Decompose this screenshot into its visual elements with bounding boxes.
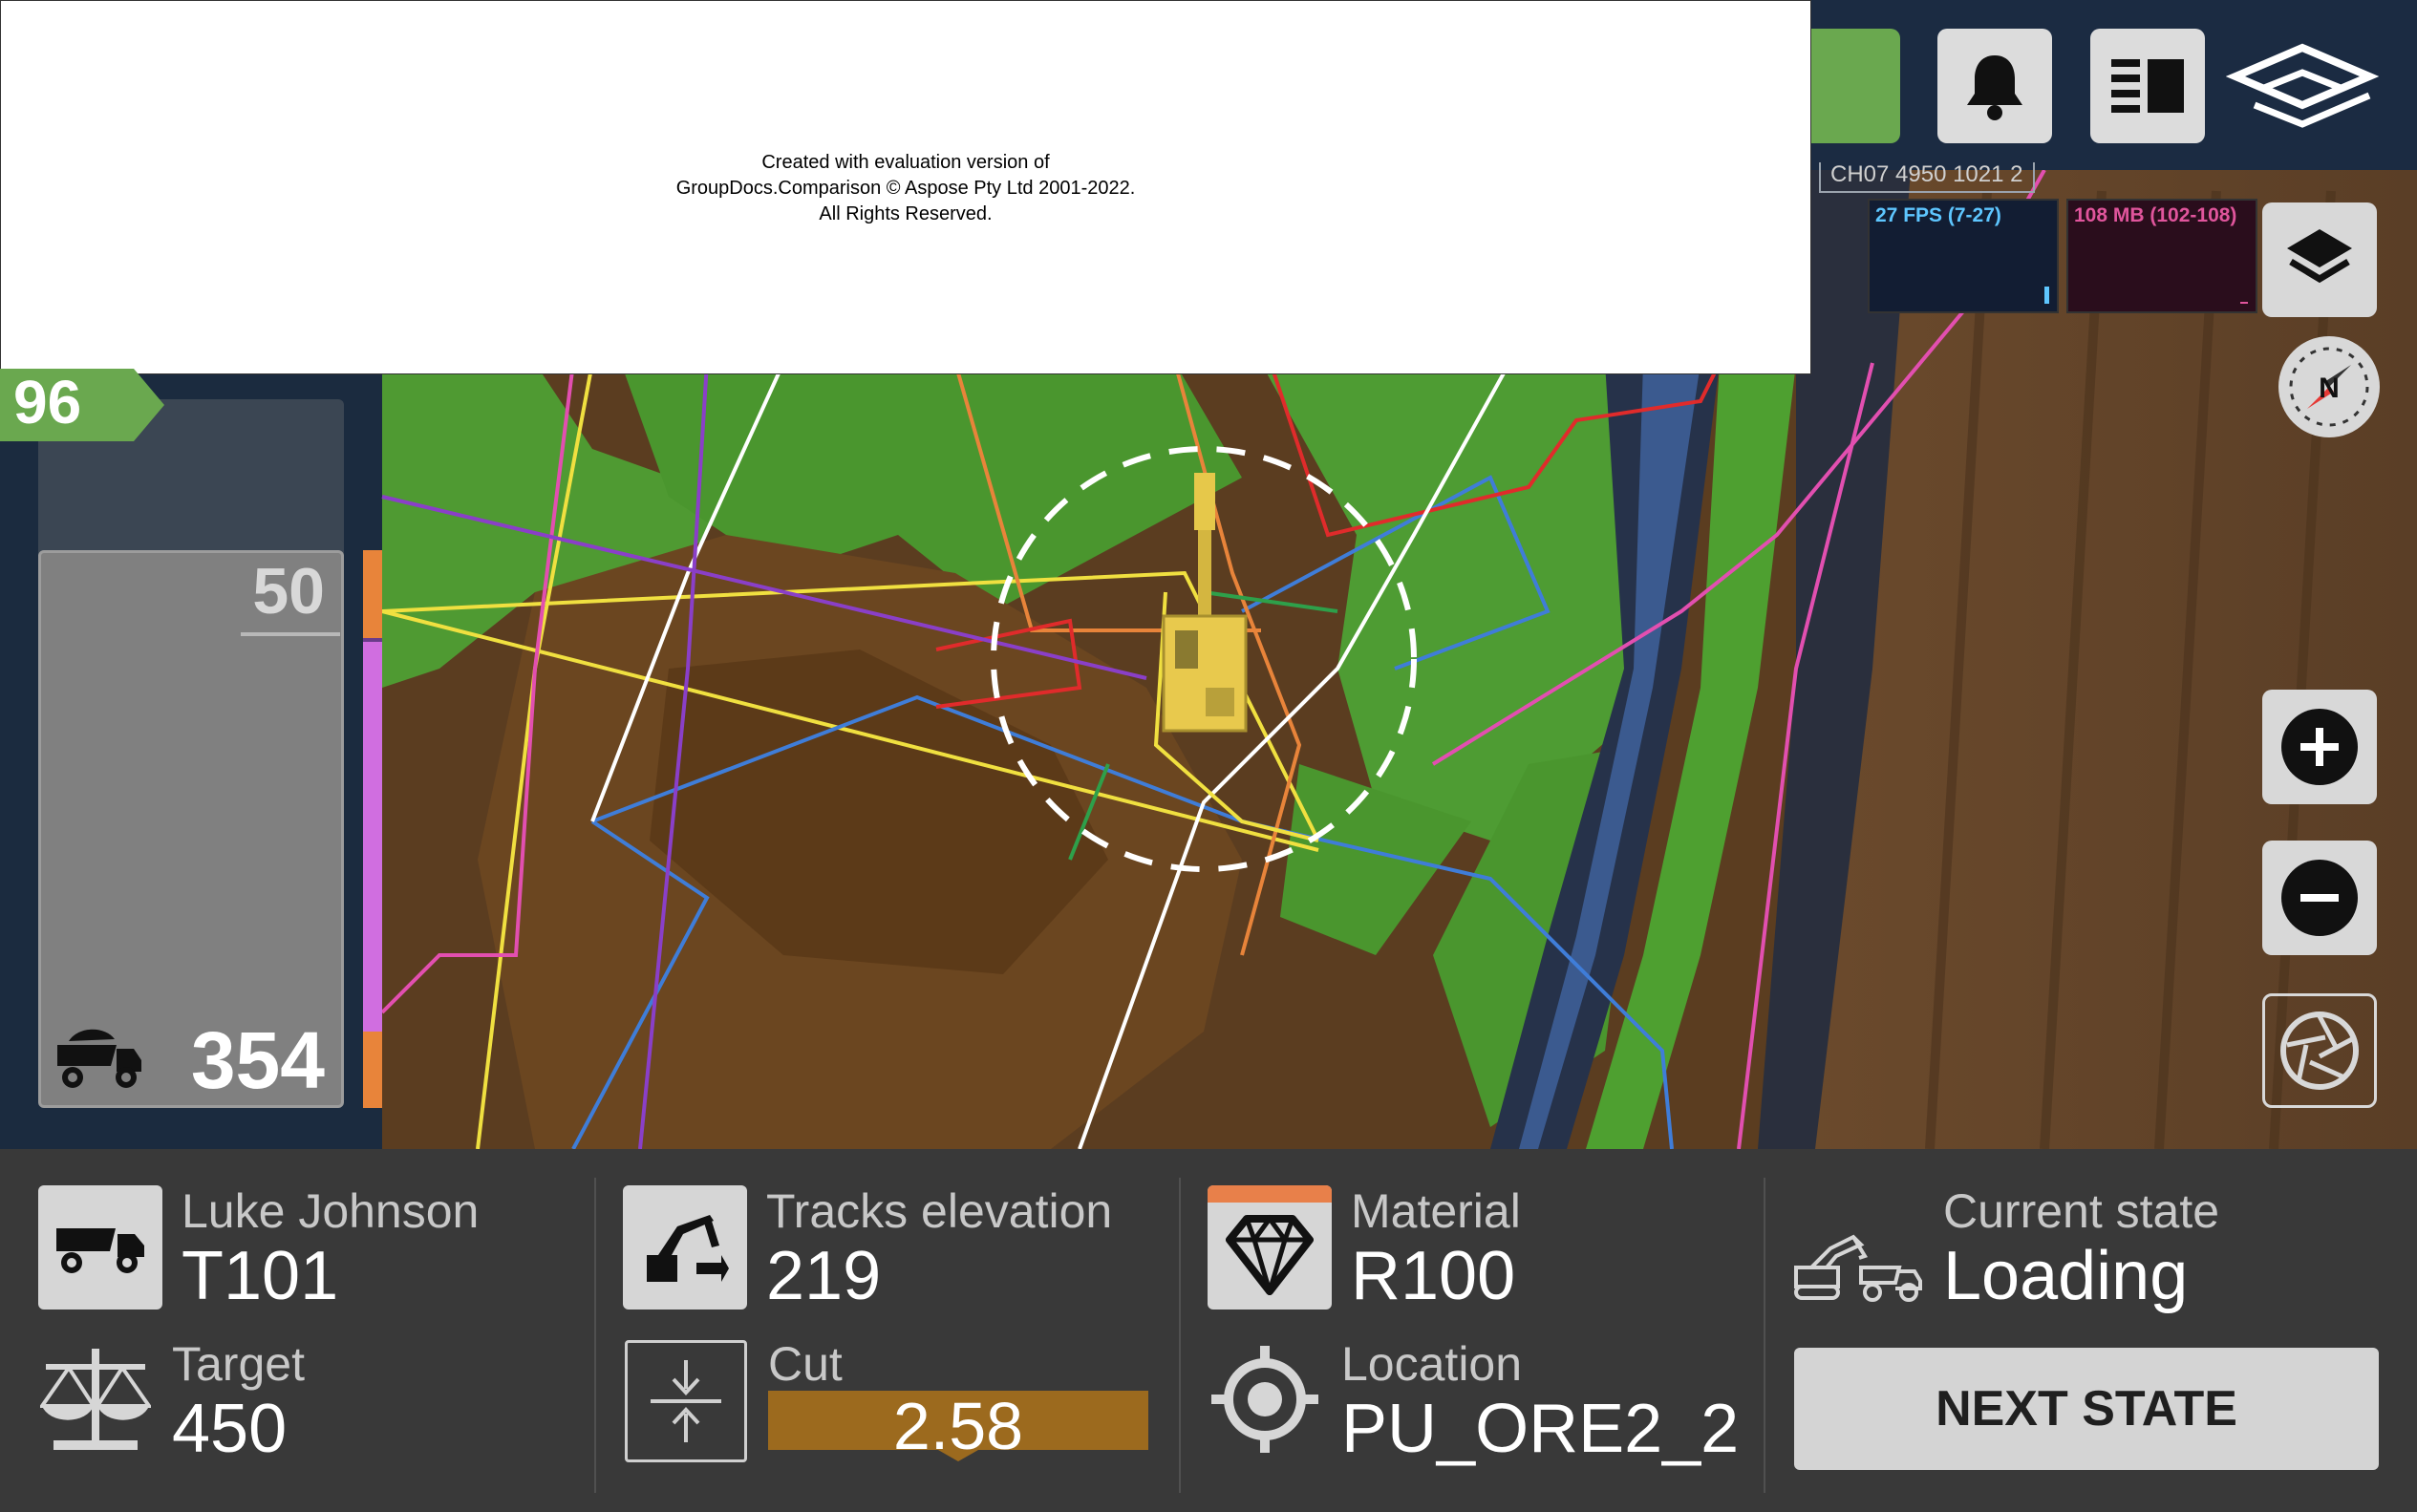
minus-icon xyxy=(2281,860,2358,936)
scale-icon xyxy=(40,1349,151,1450)
cut-fill-icon xyxy=(651,1360,721,1442)
divider xyxy=(594,1178,596,1493)
aperture-icon xyxy=(2280,1012,2359,1090)
svg-text:N: N xyxy=(2319,373,2340,404)
fps-graph-bar xyxy=(2044,287,2049,304)
operator-name: Luke Johnson xyxy=(182,1184,480,1238)
zoom-out-button[interactable] xyxy=(2262,841,2377,955)
compass-button[interactable]: N xyxy=(2278,336,2380,437)
loaded-truck-icon xyxy=(57,1029,141,1088)
watermark-box: Created with evaluation version of Group… xyxy=(0,0,1811,374)
material-accent-strip xyxy=(1208,1185,1332,1203)
tracks-tile[interactable] xyxy=(623,1185,747,1310)
material-tile[interactable] xyxy=(1208,1185,1332,1310)
divider xyxy=(1764,1178,1765,1493)
watermark-line-2: GroupDocs.Comparison © Aspose Pty Ltd 20… xyxy=(675,178,1136,199)
plus-icon xyxy=(2281,709,2358,785)
layers-button[interactable] xyxy=(2262,202,2377,317)
tracks-elevation-value: 219 xyxy=(766,1238,882,1314)
memory-graph-bar xyxy=(2240,302,2248,304)
divider xyxy=(1179,1178,1181,1493)
load-max-line xyxy=(241,632,340,636)
fps-monitor: 27 FPS (7-27) xyxy=(1868,199,2059,313)
watermark-line-3: All Rights Reserved. xyxy=(819,203,993,224)
zoom-in-button[interactable] xyxy=(2262,690,2377,804)
status-button[interactable] xyxy=(1810,29,1900,143)
bell-icon xyxy=(1967,55,2022,120)
load-count-value: 354 xyxy=(190,1015,325,1105)
cut-fill-tile[interactable] xyxy=(625,1340,747,1462)
cut-value: 2.58 xyxy=(892,1389,1024,1463)
truck-tile[interactable] xyxy=(38,1185,162,1310)
notifications-button[interactable] xyxy=(1937,29,2052,143)
next-state-button[interactable]: NEXT STATE xyxy=(1794,1348,2379,1470)
bottom-info-panel: Luke Johnson T101 Target 450 Tracks elev… xyxy=(0,1149,2417,1512)
current-state-label: Current state xyxy=(1943,1184,2220,1238)
app-root: Created with evaluation version of Group… xyxy=(0,0,2417,1512)
location-target-icon xyxy=(1211,1346,1318,1453)
target-value: 450 xyxy=(172,1391,288,1467)
truck-id: T101 xyxy=(182,1238,339,1314)
panel-layout-icon xyxy=(2111,59,2184,113)
compass-icon: N xyxy=(2289,347,2369,427)
watermark-line-1: Created with evaluation version of xyxy=(761,152,1050,173)
cut-label: Cut xyxy=(768,1337,843,1391)
snapshot-button[interactable] xyxy=(2262,993,2377,1108)
load-badge-value: 96 xyxy=(13,368,82,437)
tracks-elevation-label: Tracks elevation xyxy=(766,1184,1113,1238)
load-range-bar xyxy=(363,550,382,1108)
target-label: Target xyxy=(172,1337,305,1391)
dump-truck-icon xyxy=(56,1228,144,1273)
diamond-icon xyxy=(1226,1214,1314,1295)
material-value: R100 xyxy=(1351,1238,1516,1314)
loading-operation-icon xyxy=(1794,1234,1922,1302)
material-label: Material xyxy=(1351,1184,1521,1238)
load-max-value: 50 xyxy=(252,555,325,628)
current-state-value: Loading xyxy=(1943,1238,2189,1314)
layers-icon xyxy=(2287,229,2352,284)
memory-monitor: 108 MB (102-108) xyxy=(2066,199,2257,313)
map-coordinate-label: CH07 4950 1021 2 xyxy=(1819,162,2035,193)
brand-logo-icon xyxy=(2226,43,2379,128)
memory-label: 108 MB (102-108) xyxy=(2074,204,2237,226)
location-value: PU_ORE2_2 xyxy=(1341,1391,1740,1467)
panel-toggle-button[interactable] xyxy=(2090,29,2205,143)
location-label: Location xyxy=(1341,1337,1523,1391)
fps-label: 27 FPS (7-27) xyxy=(1875,204,2001,226)
excavator-icon xyxy=(647,1215,729,1282)
